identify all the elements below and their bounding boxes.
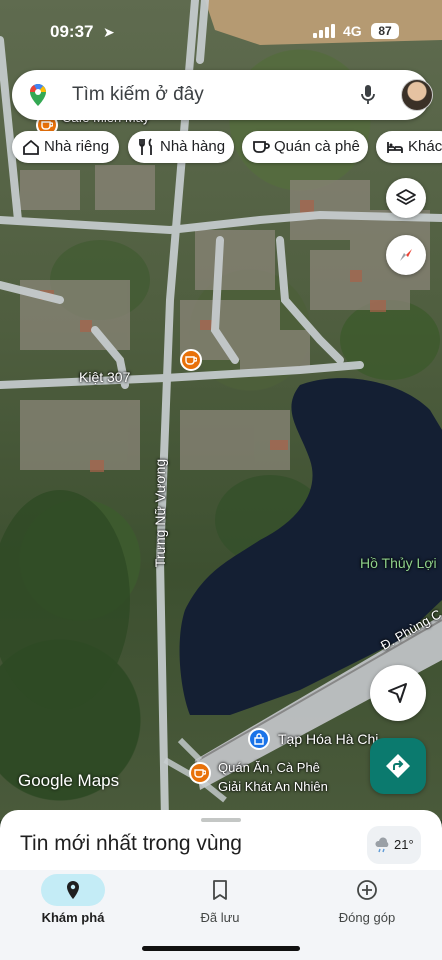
temperature: 21° [394,837,414,852]
directions-button[interactable] [370,738,426,794]
my-location-button[interactable] [370,665,426,721]
google-maps-attribution: Google Maps [18,771,120,790]
google-maps-logo-icon [29,84,46,106]
network-type: 4G [343,23,362,39]
road-label-kiet-307: Kiệt 307 [79,369,131,385]
navigation-arrow-icon [388,683,407,703]
chip-home[interactable]: Nhà riêng [12,131,119,163]
cafe-icon [253,141,270,153]
bed-icon [387,142,403,153]
nav-explore-label: Khám phá [41,910,105,925]
nav-saved[interactable]: Đã lưu [160,870,280,930]
road-label-trung-nu-vuong: Trưng Nữ Vương [152,458,169,568]
poi-label-tap-hoa[interactable]: Tạp Hóa Hà Chi [278,731,378,747]
status-time: 09:37 [50,22,94,41]
sheet-title: Tin mới nhất trong vùng [20,832,242,855]
status-bar: 09:37 ➤ 4G 87 [0,0,442,64]
chip-home-label: Nhà riêng [44,138,110,155]
compass-button[interactable] [386,235,426,275]
latest-news-sheet[interactable]: Tin mới nhất trong vùng 21° [0,810,442,874]
poi-label-an-nhien-line2[interactable]: Giải Khát An Nhiên [218,779,328,794]
poi-label-an-nhien-line1[interactable]: Quán Ăn, Cà Phê [218,760,320,775]
chip-cafe-label: Quán cà phê [274,138,360,155]
nav-explore[interactable]: Khám phá [13,870,133,930]
nav-contribute[interactable]: Đóng góp [307,870,427,930]
restaurant-icon [139,138,152,155]
cellular-signal-icon [313,24,337,38]
chip-restaurant-label: Nhà hàng [160,138,226,155]
layers-button[interactable] [386,178,426,218]
layers-icon [396,189,416,205]
add-circle-icon [357,880,377,900]
directions-icon [386,754,410,778]
home-indicator [142,946,300,951]
nav-saved-label: Đã lưu [200,910,240,925]
chip-restaurant[interactable]: Nhà hàng [128,131,234,163]
nav-contribute-label: Đóng góp [338,910,396,925]
chip-more-label: Khác [408,138,442,155]
cafe-marker-icon[interactable] [189,762,211,784]
bookmark-icon [213,880,227,900]
lake-label[interactable]: Hồ Thủy Lợi [360,555,437,571]
chip-cafe[interactable]: Quán cà phê [242,131,368,163]
search-input[interactable]: Tìm kiếm ở đây [72,84,204,106]
search-bar[interactable]: Tìm kiếm ở đây [12,70,433,120]
compass-icon [400,249,412,261]
location-arrow-icon: ➤ [103,24,115,40]
microphone-icon[interactable] [359,84,377,106]
chip-more[interactable]: Khác [376,131,442,163]
shop-marker-icon[interactable] [248,728,270,750]
cloudy-rain-icon [375,837,389,853]
sheet-drag-handle[interactable] [201,818,241,822]
account-avatar[interactable] [401,79,433,111]
weather-badge[interactable]: 21° [367,826,421,864]
battery-level: 87 [371,23,399,39]
home-icon [23,139,39,155]
cafe-marker-icon[interactable] [180,349,202,371]
explore-pin-icon [67,881,79,899]
